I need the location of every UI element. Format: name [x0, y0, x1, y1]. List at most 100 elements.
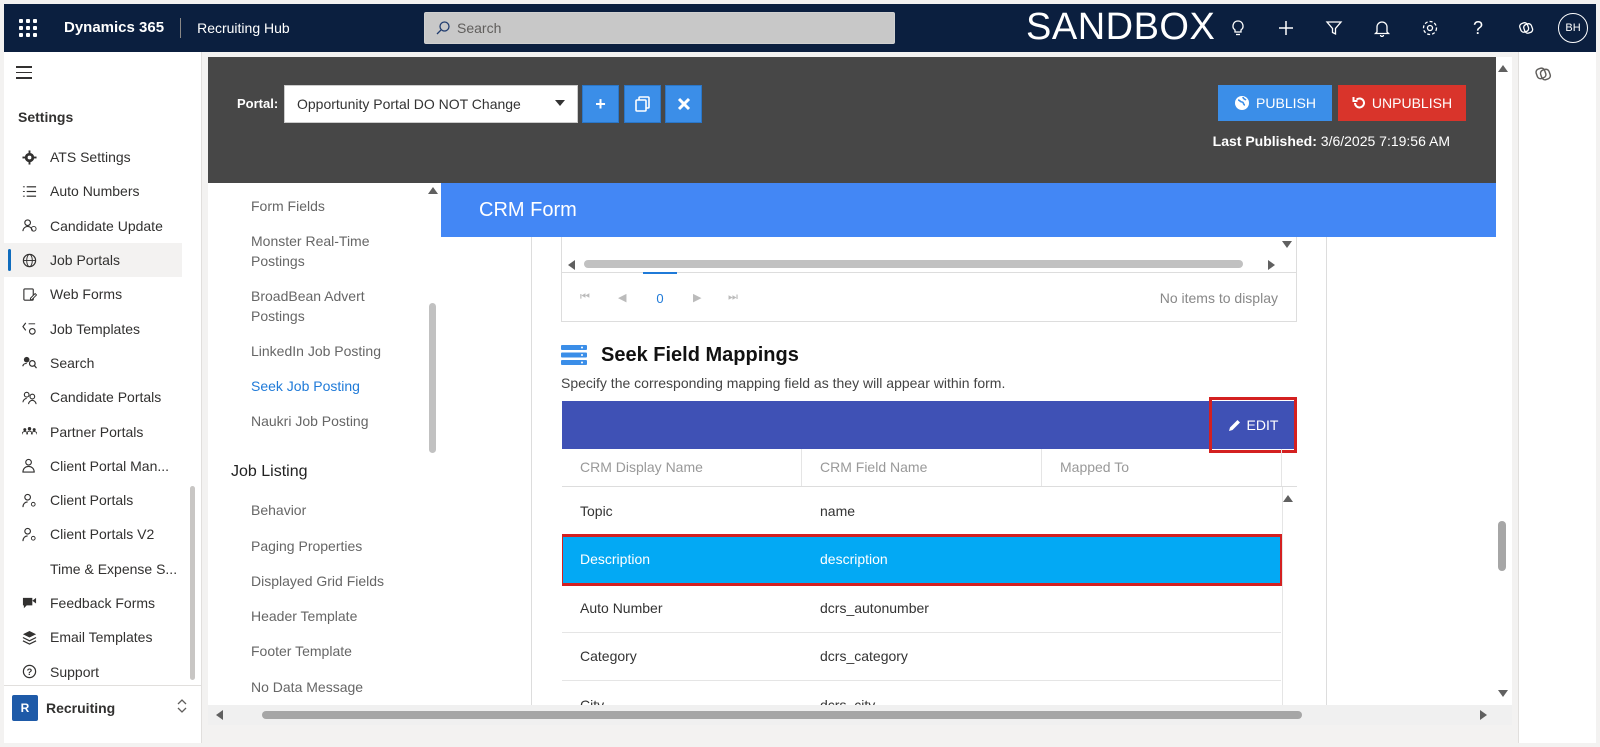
- plus-icon[interactable]: [1262, 4, 1310, 52]
- nav-item-label: Candidate Portals: [50, 389, 162, 406]
- people-icon: [20, 388, 38, 406]
- seek-mappings-title: Seek Field Mappings: [601, 344, 799, 366]
- subnav-no-data-message[interactable]: No Data Message: [251, 677, 401, 697]
- nav-item-support[interactable]: ? Support: [4, 654, 202, 688]
- scroll-up-arrow[interactable]: [1283, 495, 1293, 502]
- column-header[interactable]: CRM Field Name: [802, 449, 1042, 486]
- scroll-down-arrow[interactable]: [1282, 241, 1292, 248]
- unpublish-label: UNPUBLISH: [1371, 95, 1453, 111]
- subnav-behavior[interactable]: Behavior: [251, 500, 401, 520]
- table-row-selected[interactable]: Description description: [562, 533, 1283, 586]
- grid-horizontal-scrollbar[interactable]: [584, 260, 1243, 268]
- filter-icon[interactable]: [1310, 4, 1358, 52]
- cell-display-name: Description: [580, 551, 651, 568]
- unpublish-button[interactable]: UNPUBLISH: [1338, 85, 1466, 121]
- nav-item-candidate-update[interactable]: Candidate Update: [4, 209, 202, 243]
- subnav-paging-properties[interactable]: Paging Properties: [251, 536, 401, 556]
- scroll-up-arrow[interactable]: [1498, 65, 1508, 72]
- scroll-up-arrow[interactable]: [428, 187, 438, 194]
- table-scroll-track: [1282, 487, 1283, 705]
- publish-button[interactable]: PUBLISH: [1218, 85, 1332, 121]
- nav-item-label: ATS Settings: [50, 149, 131, 166]
- svg-text:?: ?: [26, 667, 32, 677]
- nav-item-label: Auto Numbers: [50, 183, 140, 200]
- pager-status: No items to display: [1159, 290, 1278, 306]
- subnav-seek-posting[interactable]: Seek Job Posting: [251, 376, 401, 396]
- nav-scrollbar[interactable]: [190, 486, 195, 680]
- table-row[interactable]: Category dcrs_category: [562, 633, 1281, 681]
- nav-item-label: Support: [50, 663, 100, 680]
- nav-item-label: Search: [50, 354, 95, 371]
- avatar[interactable]: BH: [1558, 13, 1588, 43]
- subnav-linkedin-posting[interactable]: LinkedIn Job Posting: [251, 341, 401, 361]
- nav-item-label: Partner Portals: [50, 423, 144, 440]
- pencil-icon: [1228, 419, 1240, 431]
- table-row[interactable]: City dcrs_city: [562, 681, 1281, 705]
- app-name[interactable]: Recruiting Hub: [181, 20, 290, 36]
- copilot-icon[interactable]: [1502, 4, 1550, 52]
- nav-item-client-portals[interactable]: Client Portals: [4, 483, 202, 517]
- nav-item-search[interactable]: Search: [4, 346, 202, 380]
- brand-name[interactable]: Dynamics 365: [52, 18, 182, 38]
- current-page[interactable]: 0: [643, 272, 677, 306]
- scroll-down-arrow[interactable]: [1498, 690, 1508, 697]
- hamburger-menu-icon[interactable]: [16, 66, 32, 83]
- nav-item-client-portal-management[interactable]: Client Portal Man...: [4, 449, 202, 483]
- last-page-icon[interactable]: ⏭: [728, 291, 738, 304]
- column-header[interactable]: CRM Display Name: [562, 449, 802, 486]
- table-row[interactable]: Auto Number dcrs_autonumber: [562, 584, 1281, 633]
- lightbulb-icon[interactable]: [1214, 4, 1262, 52]
- scroll-right-arrow[interactable]: [1480, 710, 1487, 720]
- main-horizontal-scrollbar[interactable]: [262, 711, 1302, 719]
- close-icon: [677, 97, 690, 111]
- subnav-monster-postings[interactable]: Monster Real-Time Postings: [251, 231, 401, 271]
- scroll-left-arrow[interactable]: [568, 260, 575, 270]
- caret-down-icon: [555, 100, 565, 106]
- subnav-displayed-grid-fields[interactable]: Displayed Grid Fields: [251, 571, 401, 591]
- scroll-right-arrow[interactable]: [1268, 260, 1275, 270]
- app-launcher-icon[interactable]: [4, 4, 52, 52]
- next-page-icon[interactable]: ▶: [693, 291, 701, 304]
- subnav-broadbean-postings[interactable]: BroadBean Advert Postings: [251, 286, 401, 326]
- last-published-value: 3/6/2025 7:19:56 AM: [1320, 133, 1450, 149]
- nav-item-web-forms[interactable]: Web Forms: [4, 277, 202, 311]
- nav-item-client-portals-v2[interactable]: Client Portals V2: [4, 517, 202, 551]
- settings-icon[interactable]: [1406, 4, 1454, 52]
- portal-select[interactable]: Opportunity Portal DO NOT Change: [284, 85, 578, 123]
- search-input[interactable]: Search: [424, 12, 895, 44]
- nav-item-job-portals[interactable]: Job Portals: [4, 242, 182, 278]
- area-label: Recruiting: [46, 699, 116, 716]
- search-people-icon: [20, 354, 38, 372]
- area-switcher[interactable]: R Recruiting: [4, 685, 202, 729]
- subnav-form-fields[interactable]: Form Fields: [251, 196, 401, 216]
- prev-page-icon[interactable]: ◀: [618, 291, 626, 304]
- search-placeholder: Search: [457, 20, 502, 36]
- nav-item-candidate-portals[interactable]: Candidate Portals: [4, 380, 202, 414]
- nav-item-partner-portals[interactable]: Partner Portals: [4, 414, 202, 448]
- subnav-footer-template[interactable]: Footer Template: [251, 641, 401, 661]
- copilot-icon[interactable]: [1533, 64, 1553, 87]
- cell-display-name: Auto Number: [580, 599, 663, 616]
- nav-item-feedback-forms[interactable]: Feedback Forms: [4, 586, 202, 620]
- first-page-icon[interactable]: ⏮: [580, 291, 590, 304]
- main-vertical-scrollbar[interactable]: [1498, 521, 1506, 571]
- bell-icon[interactable]: [1358, 4, 1406, 52]
- column-header[interactable]: Mapped To: [1042, 449, 1282, 486]
- subnav-header-template[interactable]: Header Template: [251, 606, 401, 626]
- table-row[interactable]: Topic name: [562, 487, 1281, 536]
- subnav-scrollbar[interactable]: [429, 303, 436, 453]
- copy-portal-button[interactable]: [624, 85, 661, 123]
- nav-item-time-expense[interactable]: Time & Expense S...: [4, 552, 202, 586]
- delete-portal-button[interactable]: [665, 85, 702, 123]
- edit-button[interactable]: EDIT: [1209, 397, 1297, 453]
- add-portal-button[interactable]: +: [582, 85, 619, 123]
- subnav-naukri-posting[interactable]: Naukri Job Posting: [251, 411, 401, 431]
- scroll-left-arrow[interactable]: [216, 710, 223, 720]
- nav-item-auto-numbers[interactable]: Auto Numbers: [4, 174, 202, 208]
- nav-item-job-templates[interactable]: Job Templates: [4, 311, 202, 345]
- nav-item-ats-settings[interactable]: ATS Settings: [4, 140, 202, 174]
- help-icon[interactable]: ?: [1454, 4, 1502, 52]
- nav-item-email-templates[interactable]: Email Templates: [4, 620, 202, 654]
- top-bar: Dynamics 365 Recruiting Hub Search SANDB…: [4, 4, 1596, 52]
- publish-label: PUBLISH: [1256, 95, 1316, 111]
